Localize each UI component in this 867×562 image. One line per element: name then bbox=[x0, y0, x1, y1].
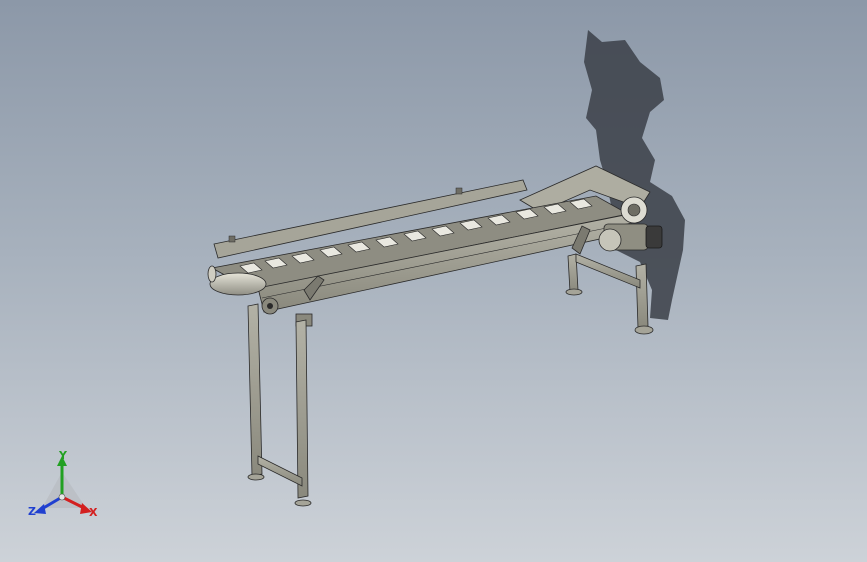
triad-x-label: X bbox=[89, 506, 98, 519]
reference-triad: Y X Z bbox=[28, 449, 98, 519]
triad-y-label: Y bbox=[58, 449, 68, 462]
triad-z-label: Z bbox=[28, 505, 36, 518]
triad-base bbox=[42, 472, 86, 508]
cad-graphics-area[interactable]: Y X Z bbox=[0, 0, 867, 562]
